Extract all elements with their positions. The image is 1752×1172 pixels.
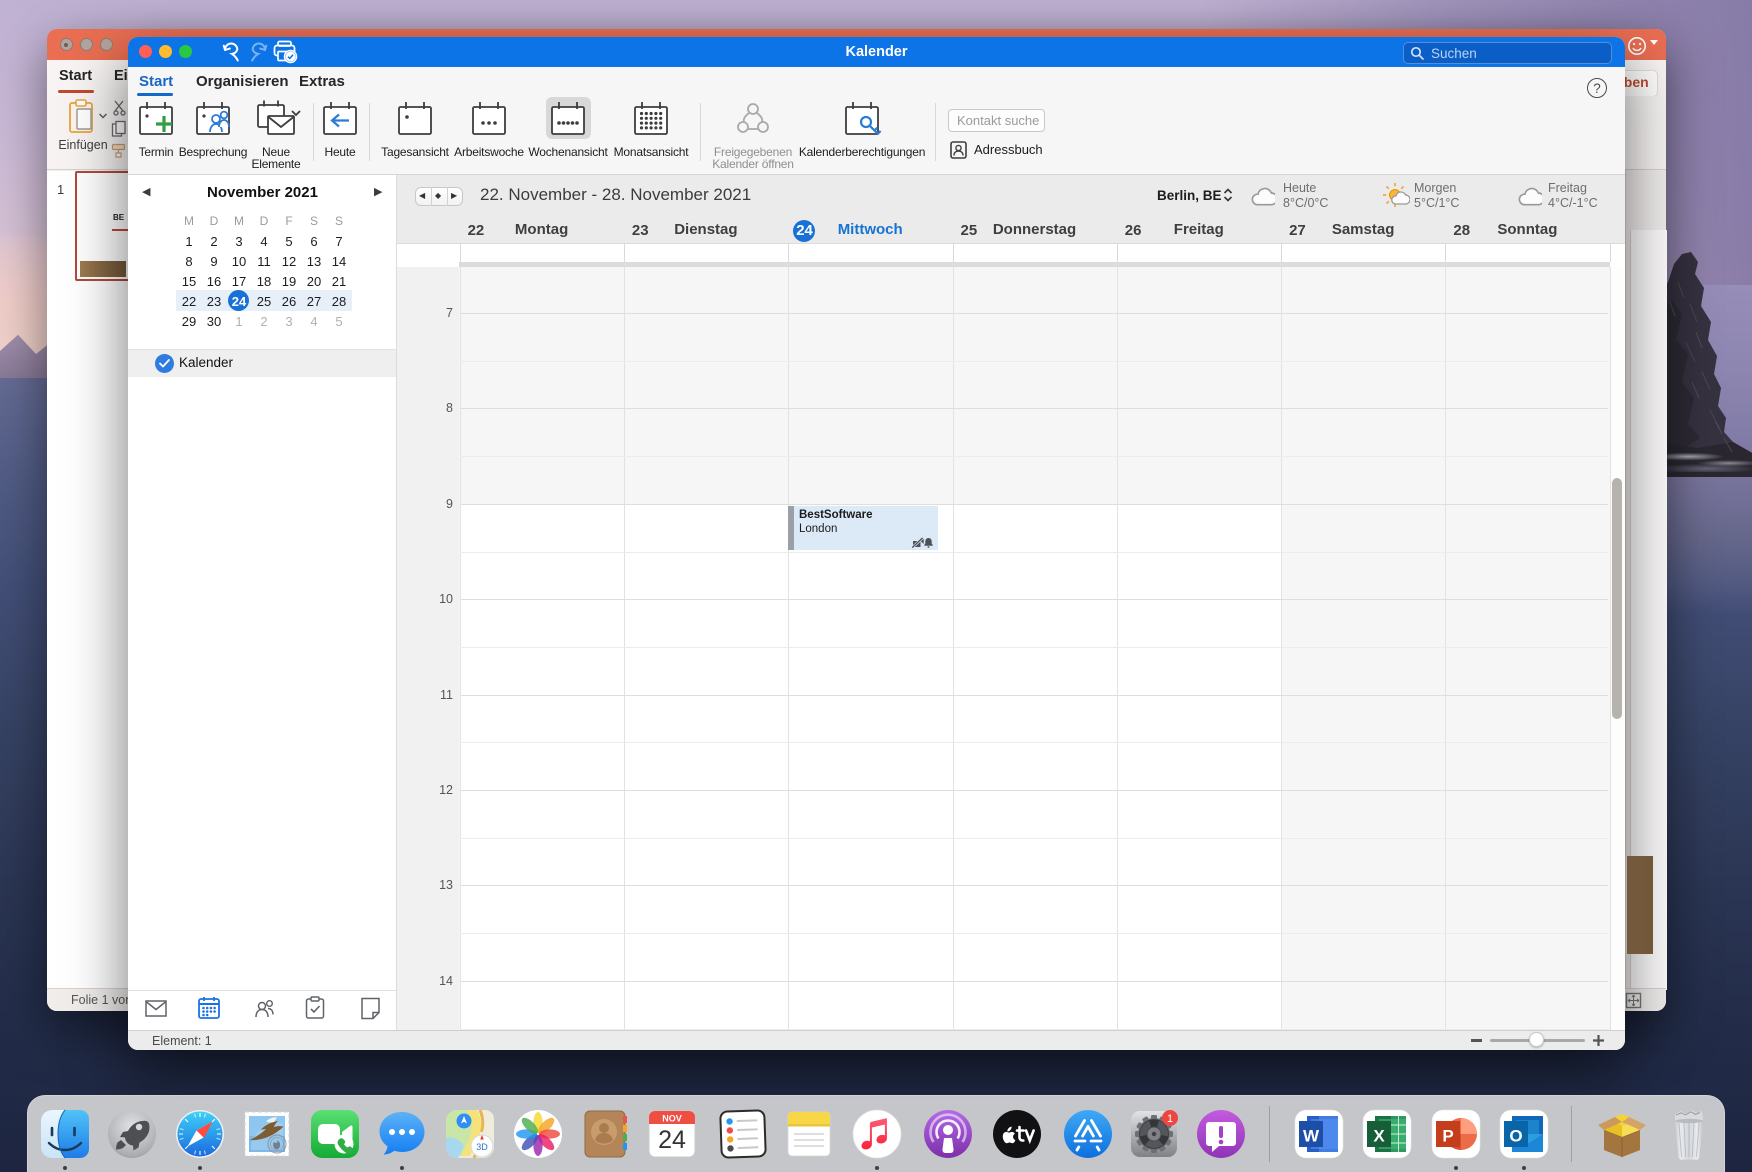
- svg-text:O: O: [1509, 1127, 1522, 1146]
- svg-text:1: 1: [1167, 1113, 1173, 1125]
- svg-text:24: 24: [658, 1126, 686, 1154]
- svg-text:X: X: [1373, 1127, 1385, 1146]
- svg-text:P: P: [1442, 1127, 1453, 1146]
- svg-text:3D: 3D: [476, 1142, 488, 1152]
- svg-text:W: W: [1303, 1127, 1320, 1146]
- svg-text:NOV: NOV: [662, 1114, 682, 1124]
